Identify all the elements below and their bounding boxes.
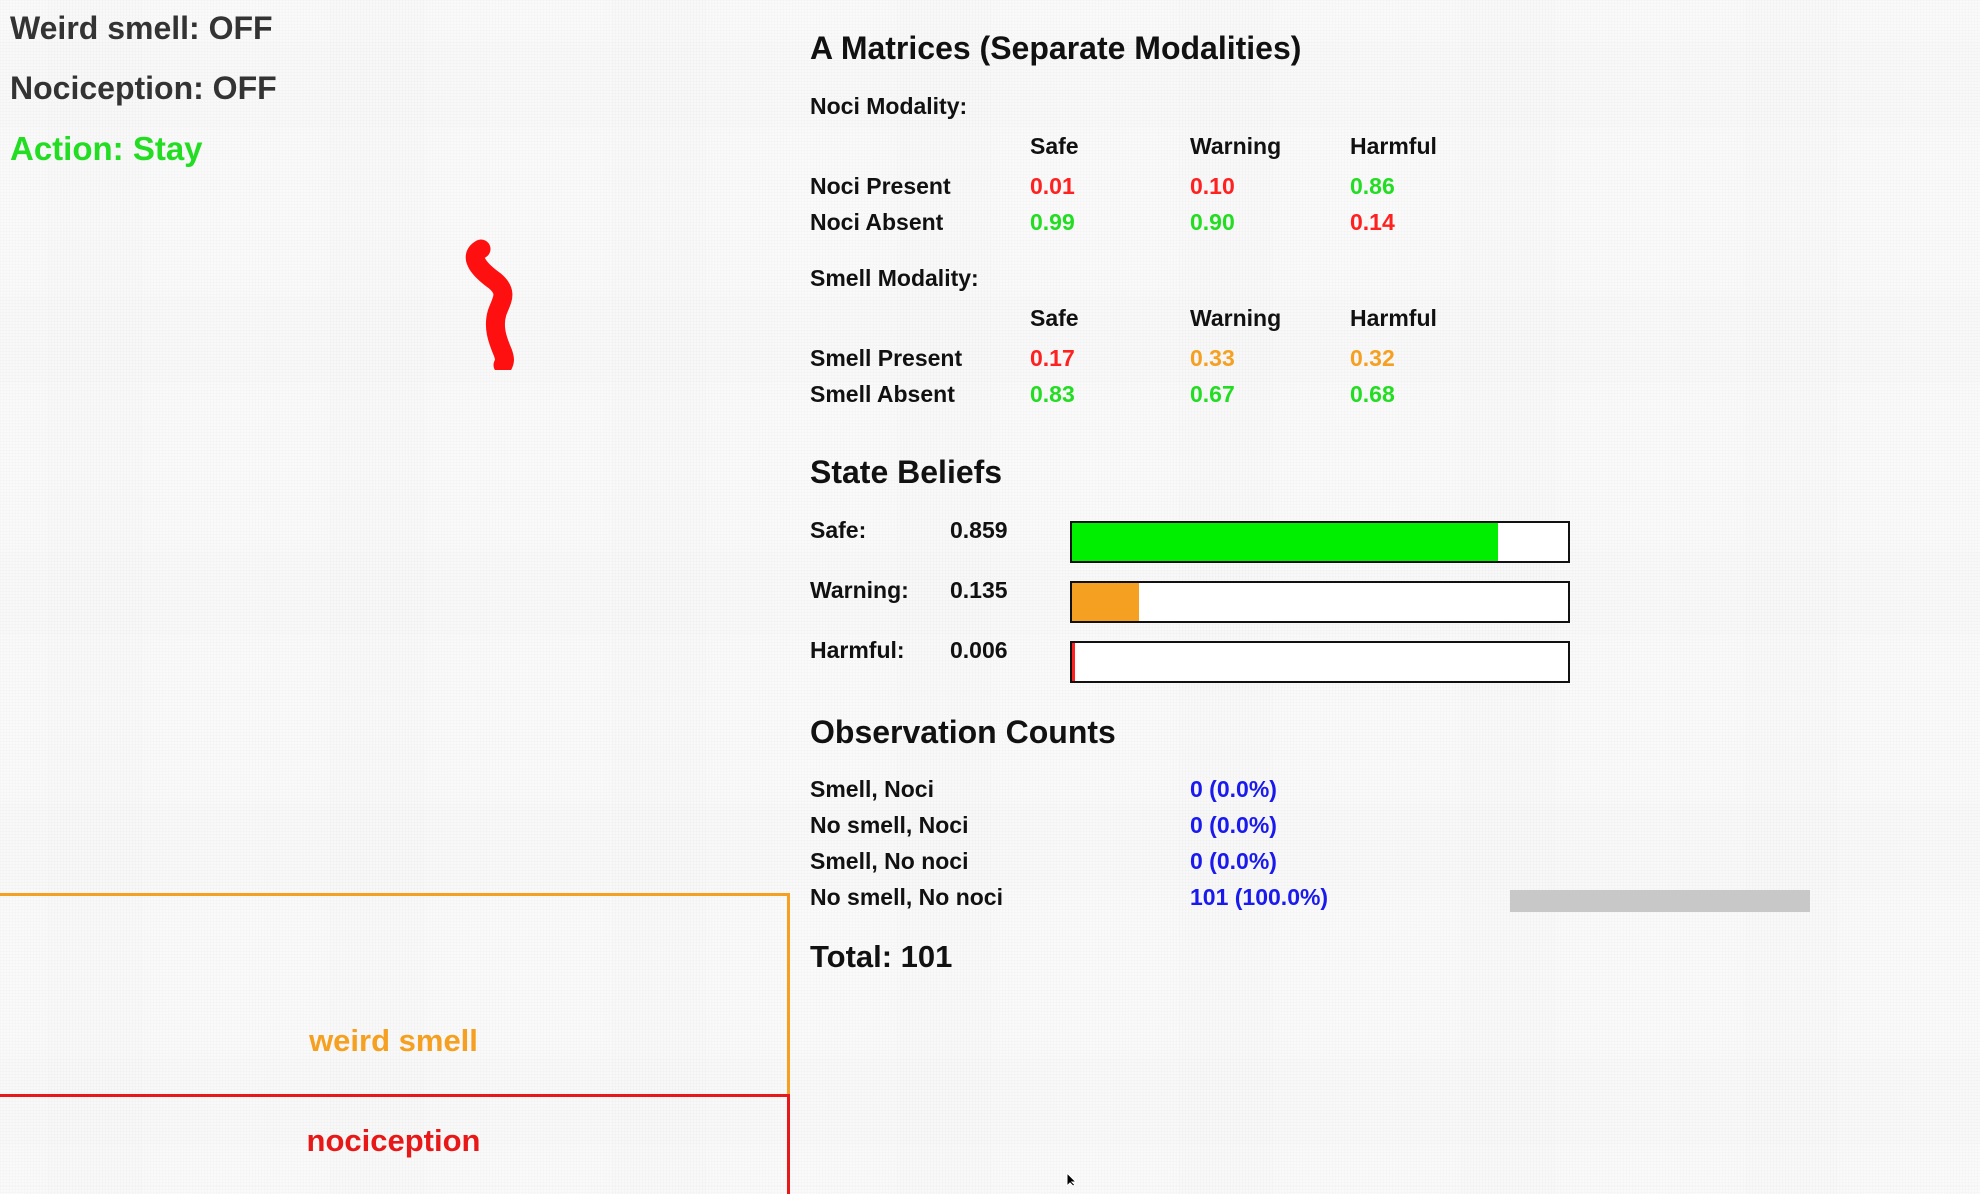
nociception-zone-label: nociception (306, 1123, 481, 1158)
obs-row-label: Smell, No noci (810, 848, 969, 874)
belief-warning-bar-fill (1072, 583, 1139, 621)
nociception-status: Nociception: OFF (10, 70, 277, 106)
noci-col-harmful: Harmful (1350, 133, 1437, 159)
matrix-cell: 0.17 (1030, 345, 1075, 371)
obs-row-count: 101 (100.0%) (1190, 884, 1329, 910)
matrix-cell: 0.83 (1030, 381, 1075, 407)
belief-harmful-bar (1070, 641, 1570, 683)
belief-safe-bar-fill (1072, 523, 1499, 561)
matrix-cell: 0.10 (1190, 173, 1235, 199)
obs-row-count: 0 (0.0%) (1190, 776, 1277, 802)
belief-safe-value: 0.859 (950, 517, 1008, 543)
obs-row-label: Smell, Noci (810, 776, 934, 802)
belief-harmful-value: 0.006 (950, 637, 1008, 663)
mouse-cursor-icon (1066, 1173, 1078, 1186)
belief-warning-label: Warning: (810, 577, 909, 603)
a-matrices-title: A Matrices (Separate Modalities) (810, 30, 1302, 66)
smell-modality-heading: Smell Modality: (810, 265, 979, 291)
obs-row-count: 0 (0.0%) (1190, 812, 1277, 838)
smell-col-warning: Warning (1190, 305, 1282, 331)
noci-col-warning: Warning (1190, 133, 1282, 159)
smell-col-safe: Safe (1030, 305, 1079, 331)
smell-absent-label: Smell Absent (810, 381, 955, 407)
belief-warning-bar (1070, 581, 1570, 623)
matrix-cell: 0.90 (1190, 209, 1235, 235)
belief-harmful-label: Harmful: (810, 637, 905, 663)
noci-absent-label: Noci Absent (810, 209, 944, 235)
weird-smell-zone: weird smell (0, 893, 790, 1096)
noci-present-label: Noci Present (810, 173, 951, 199)
smell-col-harmful: Harmful (1350, 305, 1437, 331)
weird-smell-status: Weird smell: OFF (10, 10, 273, 46)
state-beliefs-title: State Beliefs (810, 454, 1003, 490)
obs-row-label: No smell, No noci (810, 884, 1003, 910)
obs-row-label: No smell, Noci (810, 812, 969, 838)
belief-harmful-bar-fill (1072, 643, 1075, 681)
noci-modality-heading: Noci Modality: (810, 93, 968, 119)
matrix-cell: 0.67 (1190, 381, 1235, 407)
belief-safe-label: Safe: (810, 517, 867, 543)
smell-present-label: Smell Present (810, 345, 963, 371)
observation-counts-title: Observation Counts (810, 714, 1116, 750)
obs-row-bar (1510, 890, 1810, 912)
matrix-cell: 0.01 (1030, 173, 1075, 199)
belief-warning-value: 0.135 (950, 577, 1008, 603)
observation-total: Total: 101 (810, 939, 953, 974)
belief-safe-bar (1070, 521, 1570, 563)
matrix-cell: 0.86 (1350, 173, 1395, 199)
noci-col-safe: Safe (1030, 133, 1079, 159)
action-status: Action: Stay (10, 130, 203, 167)
matrix-cell: 0.33 (1190, 345, 1235, 371)
nociception-zone: nociception (0, 1094, 790, 1194)
matrix-cell: 0.14 (1350, 209, 1395, 235)
matrix-cell: 0.99 (1030, 209, 1075, 235)
agent-trail (465, 239, 514, 370)
obs-row-count: 0 (0.0%) (1190, 848, 1277, 874)
matrix-cell: 0.32 (1350, 345, 1395, 371)
weird-smell-zone-label: weird smell (309, 1023, 478, 1058)
matrix-cell: 0.68 (1350, 381, 1395, 407)
